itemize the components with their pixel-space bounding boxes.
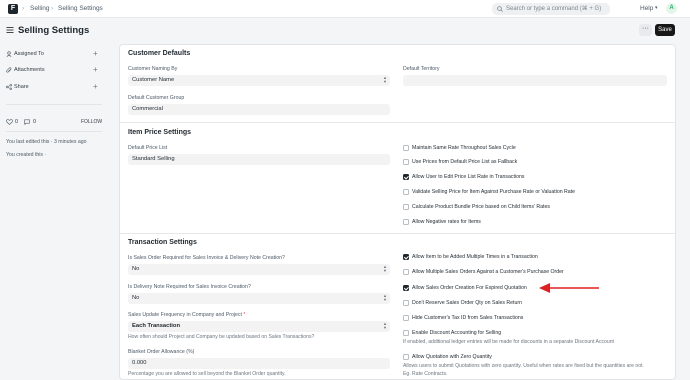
label-allow-multiple-items: Allow Item to be Added Multiple Times in… (412, 254, 538, 260)
add-attachment-plus-icon[interactable]: + (93, 66, 98, 74)
more-menu-button[interactable]: ··· (639, 24, 652, 36)
customer-group-label: Default Customer Group (128, 95, 185, 101)
price-list-label: Default Price List (128, 145, 168, 151)
help-menu[interactable]: Help (640, 5, 653, 12)
update-frequency-select[interactable]: Each Transaction ▲ ▼ (128, 321, 390, 332)
update-frequency-description: How often should Project and Company be … (128, 334, 315, 340)
breadcrumb-selling-settings[interactable]: Selling Settings (58, 5, 103, 12)
page-title: Selling Settings (18, 25, 90, 36)
checkbox-dont-reserve-qty[interactable] (403, 300, 409, 306)
required-marker: * (243, 312, 246, 318)
app-logo-icon[interactable]: F (8, 4, 18, 14)
hamburger-icon[interactable] (6, 26, 14, 34)
checkbox-allow-multiple-items[interactable] (403, 254, 409, 260)
label-multiple-sales-orders: Allow Multiple Sales Orders Against a Cu… (412, 269, 564, 275)
checkbox-expired-quotation[interactable] (403, 285, 409, 291)
blanket-allowance-label: Blanket Order Allowance (%) (128, 349, 195, 355)
label-zero-quantity: Allow Quotation with Zero Quantity (412, 354, 492, 360)
customer-naming-value: Customer Name (132, 77, 175, 83)
checkbox-price-list-fallback[interactable] (403, 159, 409, 165)
last-edited-text: You last edited this · 3 minutes ago (6, 139, 87, 145)
label-validate-selling-price: Validate Selling Price for Item Against … (412, 189, 576, 195)
default-territory-input[interactable] (403, 75, 667, 86)
label-edit-price-list-rate: Allow User to Edit Price List Rate in Tr… (412, 174, 525, 180)
update-frequency-value: Each Transaction (132, 323, 181, 329)
label-dont-reserve-qty: Don't Reserve Sales Order Qty on Sales R… (412, 300, 522, 306)
customer-naming-label: Customer Naming By (128, 66, 178, 72)
section-divider (120, 122, 675, 123)
label-hide-tax-id: Hide Customer's Tax ID from Sales Transa… (412, 315, 524, 321)
section-divider (120, 233, 675, 234)
checkbox-maintain-same-rate[interactable] (403, 145, 409, 151)
checkbox-discount-accounting[interactable] (403, 330, 409, 336)
annotation-arrow-icon (539, 283, 599, 293)
dn-required-label: Is Delivery Note Required for Sales Invo… (128, 284, 251, 290)
update-frequency-label-text: Sales Update Frequency in Company and Pr… (128, 312, 242, 318)
sidebar-divider (6, 104, 102, 105)
save-button[interactable]: Save (655, 24, 675, 36)
default-territory-label: Default Territory (403, 66, 440, 72)
label-negative-rates: Allow Negative rates for Items (412, 219, 481, 225)
avatar[interactable]: A (666, 3, 677, 14)
chevron-down-icon: ▾ (655, 5, 658, 11)
created-text: You created this · (6, 152, 47, 158)
customer-naming-select[interactable]: Customer Name ▲ ▼ (128, 75, 390, 86)
user-assign-icon (6, 51, 12, 57)
label-price-list-fallback: Use Prices from Default Price List as Fa… (412, 159, 518, 165)
so-required-label: Is Sales Order Required for Sales Invoic… (128, 255, 285, 261)
heart-icon[interactable] (6, 119, 13, 125)
select-arrows-icon: ▲ ▼ (383, 321, 387, 330)
search-placeholder: Search or type a command (⌘ + G) (506, 6, 602, 12)
breadcrumb-separator: › (51, 5, 54, 12)
label-maintain-same-rate: Maintain Same Rate Throughout Sales Cycl… (412, 145, 516, 151)
section-transaction-settings: Transaction Settings (128, 239, 197, 246)
attachment-icon (6, 67, 12, 73)
zero-quantity-description: Allows users to submit Quotations with z… (403, 363, 644, 369)
checkbox-edit-price-list-rate[interactable] (403, 174, 409, 180)
blanket-allowance-input[interactable]: 0.000 (128, 358, 390, 369)
sidebar-divider (6, 131, 102, 132)
checkbox-bundle-price[interactable] (403, 204, 409, 210)
search-icon (497, 6, 503, 12)
so-required-value: No (132, 266, 140, 272)
add-assignee-plus-icon[interactable]: + (93, 50, 98, 58)
customer-group-input[interactable]: Commercial (128, 104, 390, 115)
add-share-plus-icon[interactable]: + (93, 83, 98, 91)
comment-icon[interactable] (24, 119, 30, 125)
label-bundle-price: Calculate Product Bundle Price based on … (412, 204, 550, 210)
blanket-allowance-description: Percentage you are allowed to sell beyon… (128, 371, 286, 377)
breadcrumb-selling[interactable]: Selling (30, 5, 50, 12)
sidebar-share[interactable]: Share (14, 84, 29, 90)
search-input[interactable]: Search or type a command (⌘ + G) (492, 3, 610, 15)
section-item-price-settings: Item Price Settings (128, 129, 192, 136)
discount-accounting-description: If enabled, additional ledger entries wi… (403, 339, 614, 345)
checkbox-negative-rates[interactable] (403, 219, 409, 225)
label-discount-accounting: Enable Discount Accounting for Selling (412, 330, 502, 336)
follow-button[interactable]: FOLLOW (81, 119, 102, 125)
so-required-select[interactable]: No ▲ ▼ (128, 264, 390, 275)
checkbox-zero-quantity[interactable] (403, 354, 409, 360)
checkbox-hide-tax-id[interactable] (403, 315, 409, 321)
label-expired-quotation: Allow Sales Order Creation For Expired Q… (412, 285, 527, 291)
update-frequency-label: Sales Update Frequency in Company and Pr… (128, 312, 245, 318)
dn-required-select[interactable]: No ▲ ▼ (128, 293, 390, 304)
dn-required-value: No (132, 295, 140, 301)
comment-count: 0 (33, 119, 37, 125)
zero-quantity-description-line2: Eg. Rate Contracts. (403, 371, 448, 377)
like-count: 0 (15, 119, 19, 125)
price-list-input[interactable]: Standard Selling (128, 154, 390, 165)
share-icon (6, 84, 12, 90)
sidebar-assigned-to[interactable]: Assigned To (14, 51, 44, 57)
section-customer-defaults: Customer Defaults (128, 50, 191, 57)
checkbox-validate-selling-price[interactable] (403, 189, 409, 195)
checkbox-multiple-sales-orders[interactable] (403, 269, 409, 275)
select-arrows-icon: ▲ ▼ (383, 264, 387, 273)
select-arrows-icon: ▲ ▼ (383, 75, 387, 84)
select-arrows-icon: ▲ ▼ (383, 293, 387, 302)
sidebar-attachments[interactable]: Attachments (14, 67, 45, 73)
breadcrumb-separator: › (22, 5, 25, 12)
